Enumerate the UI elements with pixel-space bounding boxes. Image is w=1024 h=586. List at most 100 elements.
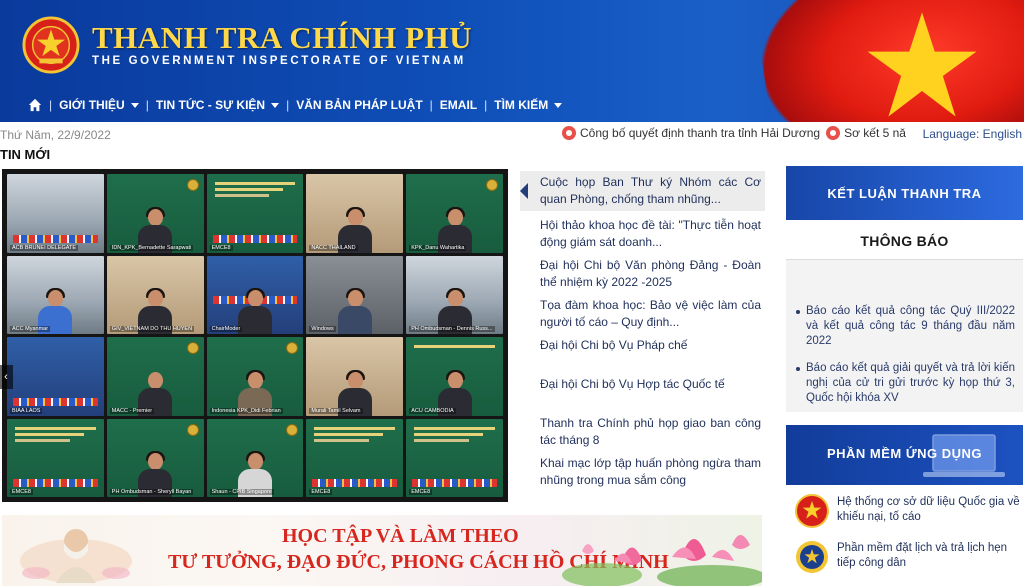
tile-caption: BIAA LAOS xyxy=(10,407,43,414)
ho-chi-minh-banner[interactable]: HỌC TẬP VÀ LÀM THEO TƯ TƯỞNG, ĐẠO ĐỨC, P… xyxy=(2,515,762,586)
chevron-left-icon: ‹ xyxy=(4,371,8,383)
participant xyxy=(337,288,372,334)
chevron-down-icon xyxy=(554,102,563,108)
ket-luan-thanh-tra-button[interactable]: KẾT LUẬN THANH TRA xyxy=(786,166,1023,220)
emblem-icon xyxy=(486,179,498,191)
tile-caption: PH Ombudsman - Sheryll Bayan xyxy=(109,489,194,495)
tile-caption: KPK_Danu Wahartika xyxy=(409,244,467,251)
video-tile: Indonesia KPK_Didi Febrian xyxy=(206,337,304,416)
nav-tim-kiem[interactable]: TÌM KIẾM xyxy=(494,98,563,112)
tile-caption: EMCE8 xyxy=(309,489,333,495)
app-link[interactable]: Phần mềm đặt lịch và trả lịch hẹn tiếp c… xyxy=(786,540,1023,574)
site-header: THANH TRA CHÍNH PHỦ THE GOVERNMENT INSPE… xyxy=(0,0,1024,122)
video-tile: PH Ombudsman - Sheryll Bayan xyxy=(106,418,204,497)
video-tile: MACC - Premier xyxy=(106,337,204,416)
news-ticker: Công bố quyết định thanh tra tỉnh Hải Dư… xyxy=(562,126,912,140)
nav-home[interactable] xyxy=(28,98,42,112)
nav-gioi-thieu[interactable]: GIỚI THIỆU xyxy=(59,98,139,112)
tile-caption: IDN_KPK_Bernadette Sarapwati xyxy=(109,244,194,251)
tile-caption: GIV_VIETNAM DO THU HUYEN xyxy=(109,326,195,332)
nav-label: GIỚI THIỆU xyxy=(59,98,125,112)
ticker-bullet-icon xyxy=(826,126,841,140)
chevron-down-icon xyxy=(130,102,139,108)
chevron-down-icon xyxy=(271,102,280,108)
nav-separator: | xyxy=(49,98,53,112)
news-item[interactable]: Đại hội Chi bộ Vụ Hợp tác Quốc tế xyxy=(520,376,765,393)
lotus-illustration xyxy=(562,535,762,586)
section-title-tin-moi: TIN MỚI xyxy=(0,147,51,162)
nav-email[interactable]: EMAIL xyxy=(440,98,477,112)
video-tile: GIV_VIETNAM DO THU HUYEN xyxy=(106,255,204,334)
emblem-icon xyxy=(286,423,299,436)
news-item[interactable]: Cuộc họp Ban Thư ký Nhóm các Cơ quan Phò… xyxy=(520,171,765,211)
news-item[interactable]: Đại hội Chi bộ Vụ Pháp chế xyxy=(520,337,765,354)
flag-star-icon xyxy=(867,12,977,117)
tile-caption: Windows xyxy=(309,326,336,332)
emblem-icon xyxy=(186,423,199,436)
nav-separator: | xyxy=(429,98,433,112)
banner-line-1: HỌC TẬP VÀ LÀM THEO xyxy=(282,525,519,547)
national-emblem-icon xyxy=(795,494,829,528)
news-item[interactable]: Hội thảo khoa học đề tài: "Thực tiễn hoạ… xyxy=(520,217,765,251)
main-nav: | GIỚI THIỆU | TIN TỨC - SỰ KIỆN | VĂN B… xyxy=(28,96,563,114)
tile-caption: PH Ombudsman - Dennis Russ... xyxy=(409,326,495,332)
flags-decor xyxy=(13,397,98,406)
video-conference-grid: ACB BRUNEI DELEGATE IDN_KPK_Bernadette S… xyxy=(7,174,503,497)
tile-caption: ChairModer xyxy=(209,326,243,332)
current-date: Thứ Năm, 22/9/2022 xyxy=(0,128,111,142)
language-switch[interactable]: Language: English xyxy=(923,127,1022,141)
tile-caption: ACC Myanmar xyxy=(10,326,51,332)
phan-mem-ung-dung-banner[interactable]: PHẦN MỀM ỨNG DỤNG xyxy=(786,425,1023,485)
news-item[interactable]: Khai mạc lớp tập huấn phòng ngừa tham nh… xyxy=(520,455,765,489)
emblem-icon xyxy=(186,342,199,354)
nav-van-ban-phap-luat[interactable]: VĂN BẢN PHÁP LUẬT xyxy=(296,98,422,112)
nav-label: EMAIL xyxy=(439,98,478,112)
flags-decor xyxy=(212,234,298,243)
national-emblem-icon[interactable] xyxy=(22,16,80,74)
thong-bao-heading: THÔNG BÁO xyxy=(786,222,1023,260)
video-tile: PH Ombudsman - Dennis Russ... xyxy=(406,255,503,334)
video-tile: EMCE8 xyxy=(7,418,104,497)
announcement-item[interactable]: Báo cáo kết quả công tác Quý III/2022 và… xyxy=(794,304,1015,349)
app-link[interactable]: Hệ thống cơ sở dữ liệu Quốc gia về khiếu… xyxy=(786,494,1023,528)
video-tile: ChairModer xyxy=(206,255,304,334)
video-tile: BIAA LAOS xyxy=(7,337,104,416)
news-list: Cuộc họp Ban Thư ký Nhóm các Cơ quan Phò… xyxy=(520,171,765,489)
video-tile: NACC THAILAND xyxy=(306,174,404,253)
video-tile: EMCE8 xyxy=(206,174,304,253)
video-tile: IDN_KPK_Bernadette Sarapwati xyxy=(106,174,204,253)
app-label: Hệ thống cơ sở dữ liệu Quốc gia về khiếu… xyxy=(837,496,1020,523)
tile-caption: ACU CAMBODIA xyxy=(409,407,456,414)
site-title: THANH TRA CHÍNH PHỦ xyxy=(92,20,473,55)
site-subtitle: THE GOVERNMENT INSPECTORATE OF VIETNAM xyxy=(92,55,466,67)
video-tile: EMCE8 xyxy=(306,418,404,497)
phan-mem-ung-dung-label: PHẦN MỀM ỨNG DỤNG xyxy=(826,446,983,461)
news-item[interactable]: Tọa đàm khoa học: Bảo vệ việc làm của ng… xyxy=(520,297,765,331)
nav-tin-tuc-su-kien[interactable]: TIN TỨC - SỰ KIỆN xyxy=(156,98,280,112)
active-pointer-icon xyxy=(520,183,528,199)
nav-label: TÌM KIẾM xyxy=(494,98,549,112)
home-icon xyxy=(28,98,42,112)
tile-caption: Indonesia KPK_Didi Febrian xyxy=(209,407,283,414)
tile-caption: ACB BRUNEI DELEGATE xyxy=(10,244,79,251)
news-item[interactable]: Thanh tra Chính phủ họp giao ban công tá… xyxy=(520,415,765,449)
tile-caption: Murali Tamil Selvam xyxy=(309,407,363,414)
ticker-item[interactable]: Công bố quyết định thanh tra tỉnh Hải Dư… xyxy=(580,126,820,140)
flags-decor xyxy=(13,479,98,487)
video-tile: Shaun - CPIB Singapore xyxy=(206,418,304,497)
tile-caption: EMCE8 xyxy=(10,489,33,495)
nav-label: VĂN BẢN PHÁP LUẬT xyxy=(296,98,423,112)
slider-prev-button[interactable]: ‹ xyxy=(0,365,13,389)
announcement-item[interactable]: Báo cáo kết quả giải quyết và trả lời ki… xyxy=(794,361,1015,406)
portrait-illustration xyxy=(20,529,132,583)
emblem-icon xyxy=(286,342,299,354)
tile-caption: MACC - Premier xyxy=(109,407,155,414)
video-tile: ACB BRUNEI DELEGATE xyxy=(7,174,104,253)
right-sidebar: KẾT LUẬN THANH TRA THÔNG BÁO Báo cáo kết… xyxy=(786,166,1023,574)
featured-image[interactable]: ACB BRUNEI DELEGATE IDN_KPK_Bernadette S… xyxy=(2,169,508,502)
nav-separator: | xyxy=(484,98,488,112)
news-item[interactable]: Đại hội Chi bộ Văn phòng Đảng - Đoàn thể… xyxy=(520,257,765,291)
ticker-item[interactable]: Sơ kết 5 nă xyxy=(844,126,906,140)
video-tile: Murali Tamil Selvam xyxy=(306,337,404,416)
flags-decor xyxy=(312,479,398,487)
